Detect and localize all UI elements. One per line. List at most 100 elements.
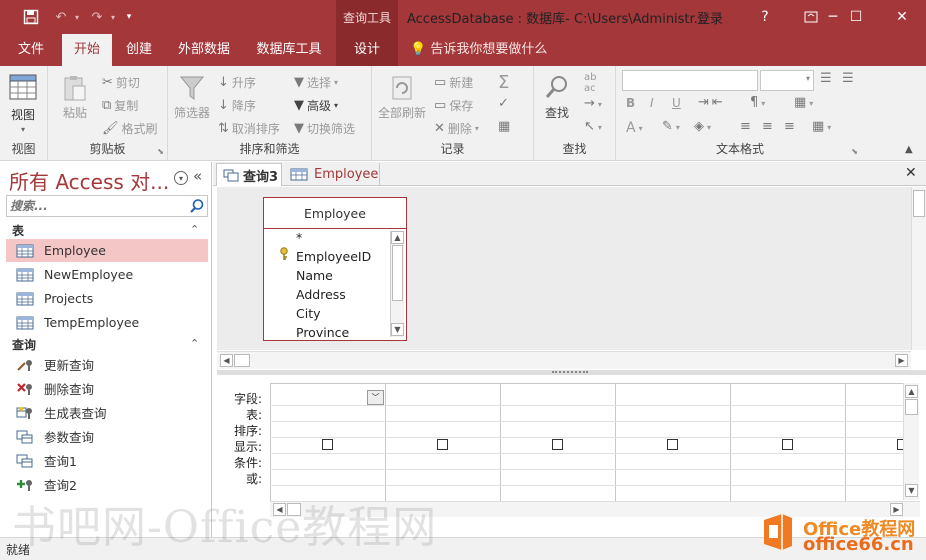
goto-button[interactable]: → ▾ [584, 97, 602, 111]
table-scroll-up-icon[interactable]: ▲ [391, 231, 404, 244]
numbering-button[interactable]: ☰ [842, 72, 854, 86]
redo-dropdown-icon[interactable]: ▾ [108, 0, 118, 34]
table-scroll-thumb[interactable] [392, 245, 403, 301]
doc-tab-employee[interactable]: Employee [284, 163, 380, 186]
scroll-left-icon[interactable]: ◀ [220, 354, 233, 367]
upper-vscroll-thumb[interactable] [913, 190, 925, 217]
maximize-button[interactable]: ☐ [833, 0, 879, 34]
close-button[interactable]: ✕ [879, 0, 925, 34]
scroll-right-icon[interactable]: ▶ [895, 354, 908, 367]
grid-vertical-scrollbar[interactable]: ▲ ▼ [903, 383, 919, 500]
nav-item-employee[interactable]: Employee [6, 239, 208, 262]
table-box-title[interactable]: Employee [264, 198, 406, 229]
employee-table-box[interactable]: Employee * EmployeeID Name Address City … [263, 197, 407, 341]
nav-item-newemployee[interactable]: NewEmployee [6, 263, 208, 286]
bold-button[interactable]: B [626, 96, 635, 110]
help-icon[interactable]: ? [742, 0, 788, 34]
field-address[interactable]: Address [296, 287, 346, 302]
show-checkbox[interactable] [322, 439, 333, 450]
search-icon[interactable] [189, 198, 205, 214]
tab-design[interactable]: 设计 [336, 34, 398, 66]
bullets-button[interactable]: ☰ [820, 72, 832, 86]
ascending-button[interactable]: ↓ 升序 [218, 74, 256, 91]
table-scroll-down-icon[interactable]: ▼ [391, 323, 404, 336]
nav-menu-chevron-icon[interactable]: ▾ [174, 171, 188, 185]
grid-vscroll-thumb[interactable] [905, 399, 918, 415]
new-record-button[interactable]: ▭ 新建 [434, 74, 473, 91]
gridlines-button[interactable]: ▦ ▾ [794, 96, 813, 110]
refresh-all-button[interactable]: 全部刷新 [378, 74, 426, 121]
indent-button[interactable]: ⇥ ⇤ [698, 96, 723, 110]
clipboard-dialog-launcher-icon[interactable]: ⬊ [157, 147, 164, 156]
tell-me-search[interactable]: 💡 告诉我你想要做什么 [410, 34, 547, 66]
descending-button[interactable]: ↓ 降序 [218, 97, 256, 114]
collapse-ribbon-icon[interactable]: ▲ [905, 144, 913, 155]
tab-database-tools[interactable]: 数据库工具 [248, 34, 330, 66]
tab-file[interactable]: 文件 [6, 34, 56, 66]
nav-item-make-table-query[interactable]: 生成表查询 [6, 401, 208, 424]
filter-button[interactable]: 筛选器 [174, 74, 210, 121]
view-button[interactable]: 视图 ▾ [8, 72, 38, 134]
nav-pane-title[interactable]: 所有 Access 对... [9, 166, 169, 195]
show-checkbox[interactable] [552, 439, 563, 450]
nav-item-tempemployee[interactable]: TempEmployee [6, 311, 208, 334]
highlight-button[interactable]: ✎ ▾ [662, 120, 680, 134]
field-employeeid[interactable]: EmployeeID [296, 249, 371, 264]
upper-hscroll-thumb[interactable] [234, 354, 250, 367]
align-right-button[interactable]: ≡ [784, 120, 795, 134]
font-name-box[interactable] [622, 70, 758, 91]
splitter-grip-icon[interactable] [552, 371, 588, 373]
alt-row-color-button[interactable]: ▦ ▾ [812, 120, 831, 134]
close-document-icon[interactable]: ✕ [905, 165, 917, 181]
nav-item-query1[interactable]: 查询1 [6, 449, 208, 472]
more-records-button[interactable]: ▦ [498, 120, 510, 134]
show-checkbox[interactable] [782, 439, 793, 450]
cut-button[interactable]: ✂ 剪切 [102, 74, 140, 91]
nav-item-update-query[interactable]: 更新查询 [6, 353, 208, 376]
field-province[interactable]: Province [296, 325, 349, 340]
field-city[interactable]: City [296, 306, 321, 321]
grid-scroll-down-icon[interactable]: ▼ [905, 484, 918, 497]
nav-collapse-icon[interactable]: « [193, 167, 202, 185]
select-button[interactable]: ↖ ▾ [584, 120, 602, 134]
delete-record-button[interactable]: ✕ 删除 ▾ [434, 120, 479, 137]
format-painter-button[interactable]: 🖌 格式刷 [102, 120, 158, 137]
nav-item-projects[interactable]: Projects [6, 287, 208, 310]
field-name[interactable]: Name [296, 268, 333, 283]
replace-button[interactable]: ab ac [584, 72, 596, 94]
grid-column[interactable] [845, 383, 903, 501]
undo-icon[interactable]: ↶ [50, 0, 72, 34]
copy-button[interactable]: ⧉ 复制 [102, 97, 138, 114]
spelling-button[interactable]: ✓ [498, 97, 509, 111]
grid-scroll-up-icon[interactable]: ▲ [905, 385, 918, 398]
tab-home[interactable]: 开始 [62, 34, 112, 66]
doc-tab-query3[interactable]: 查询3 [216, 163, 282, 186]
fill-color-button[interactable]: ◈ ▾ [694, 120, 711, 134]
upper-vertical-scrollbar[interactable] [911, 187, 926, 350]
nav-group-queries-collapse-icon[interactable]: ⌃ [190, 337, 199, 350]
nav-group-tables-collapse-icon[interactable]: ⌃ [190, 223, 199, 236]
tab-create[interactable]: 创建 [116, 34, 162, 66]
undo-dropdown-icon[interactable]: ▾ [72, 0, 82, 34]
selection-button[interactable]: ▼ 选择 ▾ [294, 74, 338, 91]
field-dropdown-icon[interactable]: ﹀ [367, 390, 384, 405]
remove-sort-button[interactable]: ⇅ 取消排序 [218, 120, 280, 137]
text-format-dialog-launcher-icon[interactable]: ⬊ [851, 147, 858, 156]
align-left-button[interactable]: ≡ [740, 120, 751, 134]
field-all[interactable]: * [296, 230, 302, 245]
upper-horizontal-scrollbar[interactable]: ◀ ▶ [217, 351, 911, 369]
paragraph-dir-button[interactable]: ¶ ▾ [750, 96, 765, 110]
table-box-scrollbar[interactable]: ▲ ▼ [390, 231, 404, 337]
find-button[interactable]: 查找 [544, 74, 570, 121]
nav-item-delete-query[interactable]: 删除查询 [6, 377, 208, 400]
nav-group-tables-label[interactable]: 表 [12, 222, 24, 239]
font-color-button[interactable]: A ▾ [626, 120, 643, 136]
italic-button[interactable]: I [650, 96, 654, 110]
totals-button[interactable]: Σ [498, 72, 509, 93]
show-checkbox[interactable] [667, 439, 678, 450]
login-link[interactable]: 登录 [697, 8, 723, 27]
align-center-button[interactable]: ≡ [762, 120, 773, 134]
nav-group-queries-label[interactable]: 查询 [12, 336, 36, 353]
nav-search-input[interactable] [7, 196, 185, 216]
save-icon[interactable] [18, 0, 44, 34]
